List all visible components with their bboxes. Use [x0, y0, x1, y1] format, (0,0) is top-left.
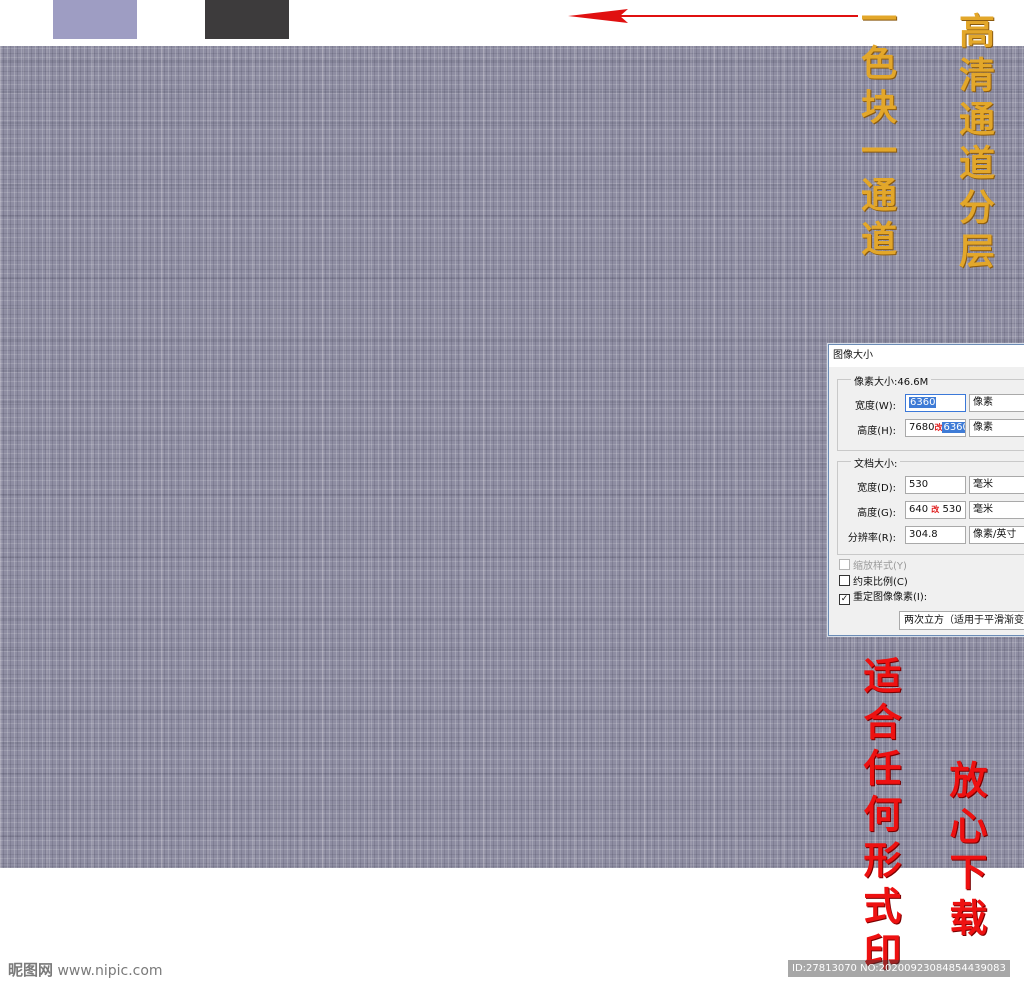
left-arrow-icon	[568, 9, 858, 23]
doc-height-unit: 毫米	[973, 504, 993, 515]
pixel-height-new-value: 6360	[942, 422, 965, 433]
color-swatch-lavender	[53, 0, 137, 39]
checkmark-icon: ✓	[839, 594, 850, 605]
pixel-dimensions-group: 像素大小:46.6M 宽度(W): 6360 像素∨ 高度(H): 7680改6…	[837, 373, 1024, 451]
pixel-width-row: 宽度(W): 6360 像素∨	[838, 394, 1024, 412]
pixel-width-unit: 像素	[973, 397, 993, 408]
pixel-height-label: 高度(H):	[857, 426, 896, 437]
doc-width-unit-select[interactable]: 毫米∨	[969, 476, 1024, 494]
nipic-logo: 昵图网	[8, 961, 54, 979]
document-size-group: 文档大小: 宽度(D): 530 毫米∨ 高度(G): 640 改 530 毫米…	[837, 455, 1024, 555]
constrain-proportions-label: 约束比例(C)	[853, 577, 908, 588]
site-watermark: 昵图网 www.nipic.com	[8, 959, 163, 980]
doc-height-new-value: 530	[942, 504, 962, 515]
image-size-dialog: 图像大小 像素大小:46.6M 宽度(W): 6360 像素∨ 高度(H): 7…	[828, 344, 1024, 636]
annotation-suitable-for-printing: 适合任何形式印	[857, 656, 902, 978]
pixel-width-label: 宽度(W):	[854, 401, 896, 412]
resolution-label: 分辨率(R):	[847, 533, 896, 544]
annotation-download-freely: 放心下载	[943, 760, 988, 944]
pixel-width-unit-select[interactable]: 像素∨	[969, 394, 1024, 412]
doc-height-edit-mark: 改	[931, 505, 940, 514]
doc-height-input[interactable]: 640 改 530	[905, 501, 966, 519]
dialog-title: 图像大小	[829, 345, 1024, 367]
resolution-unit-select[interactable]: 像素/英寸∨	[969, 526, 1024, 544]
pixel-width-input[interactable]: 6360	[905, 394, 966, 412]
doc-height-old-value: 640	[909, 504, 929, 515]
pixel-dimensions-legend: 像素大小:46.6M	[851, 373, 932, 388]
doc-width-value: 530	[909, 479, 929, 490]
doc-width-unit: 毫米	[973, 479, 993, 490]
resolution-value: 304.8	[909, 529, 938, 540]
annotation-one-block-one-channel: 一色块一通道	[855, 0, 897, 264]
resolution-row: 分辨率(R): 304.8 像素/英寸∨	[838, 526, 1024, 544]
checkbox-box-icon	[839, 559, 850, 570]
document-size-legend: 文档大小:	[851, 455, 901, 470]
resample-image-checkbox[interactable]: ✓ 重定图像像素(I):	[839, 591, 927, 605]
pixel-width-value: 6360	[909, 397, 937, 408]
doc-height-label: 高度(G):	[857, 508, 896, 519]
site-url: www.nipic.com	[57, 963, 163, 979]
annotation-hd-channel-layers: 高清通道分层	[953, 12, 995, 276]
pixel-height-unit-select[interactable]: 像素∨	[969, 419, 1024, 437]
doc-height-unit-select[interactable]: 毫米∨	[969, 501, 1024, 519]
doc-width-row: 宽度(D): 530 毫米∨	[838, 476, 1024, 494]
pixel-height-input[interactable]: 7680改6360	[905, 419, 966, 437]
doc-width-label: 宽度(D):	[857, 483, 896, 494]
doc-height-row: 高度(G): 640 改 530 毫米∨	[838, 501, 1024, 519]
pixel-height-old-value: 7680	[909, 422, 935, 433]
doc-width-input[interactable]: 530	[905, 476, 966, 494]
pixel-height-row: 高度(H): 7680改6360 像素∨	[838, 419, 1024, 437]
scale-styles-checkbox[interactable]: 缩放样式(Y)	[839, 559, 907, 573]
resample-method-select[interactable]: 两次立方（适用于平滑渐变	[899, 611, 1024, 630]
scale-styles-label: 缩放样式(Y)	[853, 561, 907, 572]
constrain-proportions-checkbox[interactable]: 约束比例(C)	[839, 575, 908, 589]
resolution-unit: 像素/英寸	[973, 529, 1017, 540]
resample-image-label: 重定图像像素(I):	[853, 592, 928, 603]
checkbox-box-icon	[839, 575, 850, 586]
pixel-height-unit: 像素	[973, 422, 993, 433]
image-id-watermark: ID:27813070 NO:20200923084854439083	[788, 960, 1010, 977]
resolution-input[interactable]: 304.8	[905, 526, 966, 544]
color-swatch-charcoal	[205, 0, 289, 39]
resample-method-value: 两次立方（适用于平滑渐变	[904, 615, 1024, 626]
